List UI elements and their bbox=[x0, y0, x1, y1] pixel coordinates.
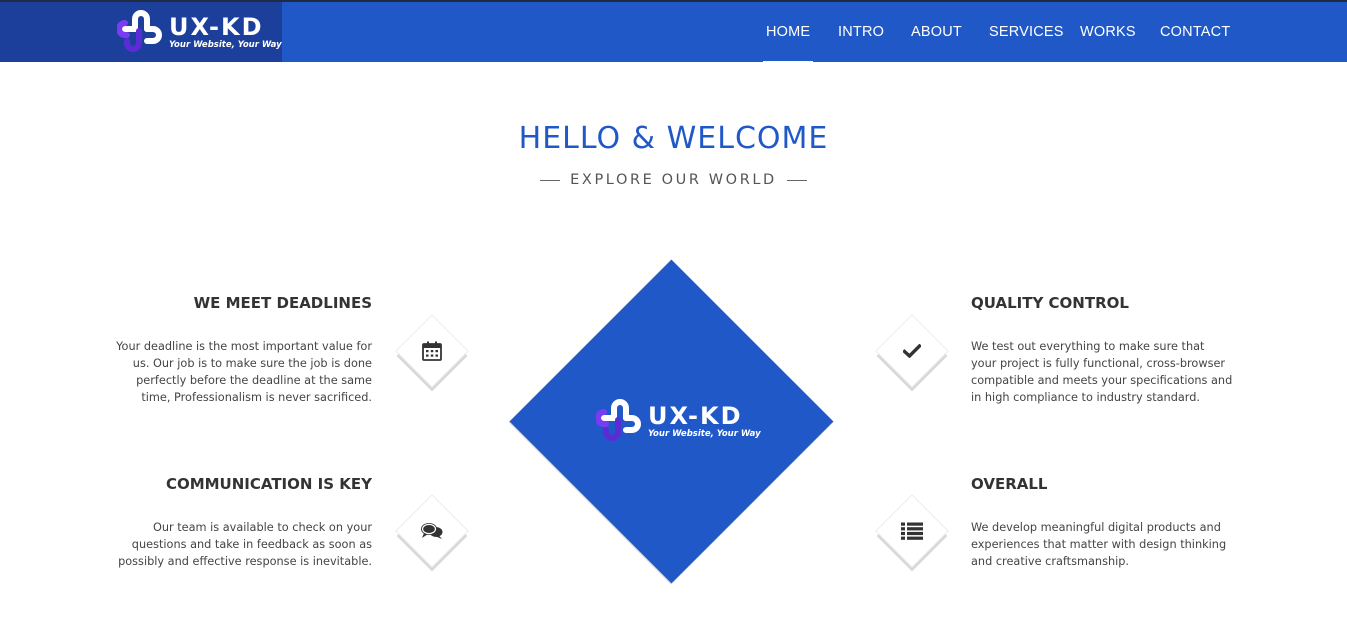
center-logo: UX-KD Your Website, Your Way bbox=[595, 398, 761, 444]
feature-text: We develop meaningful digital products a… bbox=[971, 521, 1227, 568]
feature-text: We test out everything to make sure that… bbox=[971, 340, 1233, 404]
feature-title: WE MEET DEADLINES bbox=[193, 294, 372, 312]
feature-text: Your deadline is the most important valu… bbox=[116, 340, 372, 404]
nav-item-contact[interactable]: CONTACT bbox=[1160, 2, 1230, 62]
feature-title: COMMUNICATION IS KEY bbox=[165, 475, 372, 493]
nav-item-about[interactable]: ABOUT bbox=[911, 2, 962, 62]
nav-item-intro[interactable]: INTRO bbox=[838, 2, 884, 62]
chat-bubbles-icon bbox=[407, 506, 457, 556]
feature-icon-badge bbox=[876, 495, 948, 572]
top-navbar: UX-KD Your Website, Your Way HOME INTRO … bbox=[0, 0, 1347, 64]
feature-icon-badge bbox=[396, 315, 468, 392]
feature-text: Our team is available to check on your q… bbox=[118, 521, 372, 568]
section-subtitle: EXPLORE OUR WORLD bbox=[0, 172, 1347, 188]
subtitle-text: EXPLORE OUR WORLD bbox=[570, 172, 777, 188]
nav-item-works[interactable]: WORKS bbox=[1080, 2, 1136, 62]
brand-tagline: Your Website, Your Way bbox=[648, 428, 761, 439]
nav-item-services[interactable]: SERVICES bbox=[989, 2, 1064, 62]
calendar-icon bbox=[407, 326, 457, 376]
brand-name: UX-KD bbox=[648, 401, 743, 430]
feature-icon-badge bbox=[396, 495, 468, 572]
feature-title: QUALITY CONTROL bbox=[971, 294, 1129, 312]
logo-mark-icon bbox=[595, 398, 642, 444]
section-title: HELLO & WELCOME bbox=[518, 121, 829, 156]
subtitle-left-rule bbox=[540, 179, 561, 181]
main-nav: HOME INTRO ABOUT SERVICES WORKS CONTACT bbox=[0, 2, 1347, 64]
subtitle-right-rule bbox=[786, 179, 807, 181]
checkmark-icon bbox=[887, 326, 937, 376]
feature-title: OVERALL bbox=[971, 475, 1048, 493]
nav-item-home[interactable]: HOME bbox=[762, 2, 814, 64]
list-icon bbox=[887, 506, 937, 556]
feature-icon-badge bbox=[876, 315, 948, 392]
